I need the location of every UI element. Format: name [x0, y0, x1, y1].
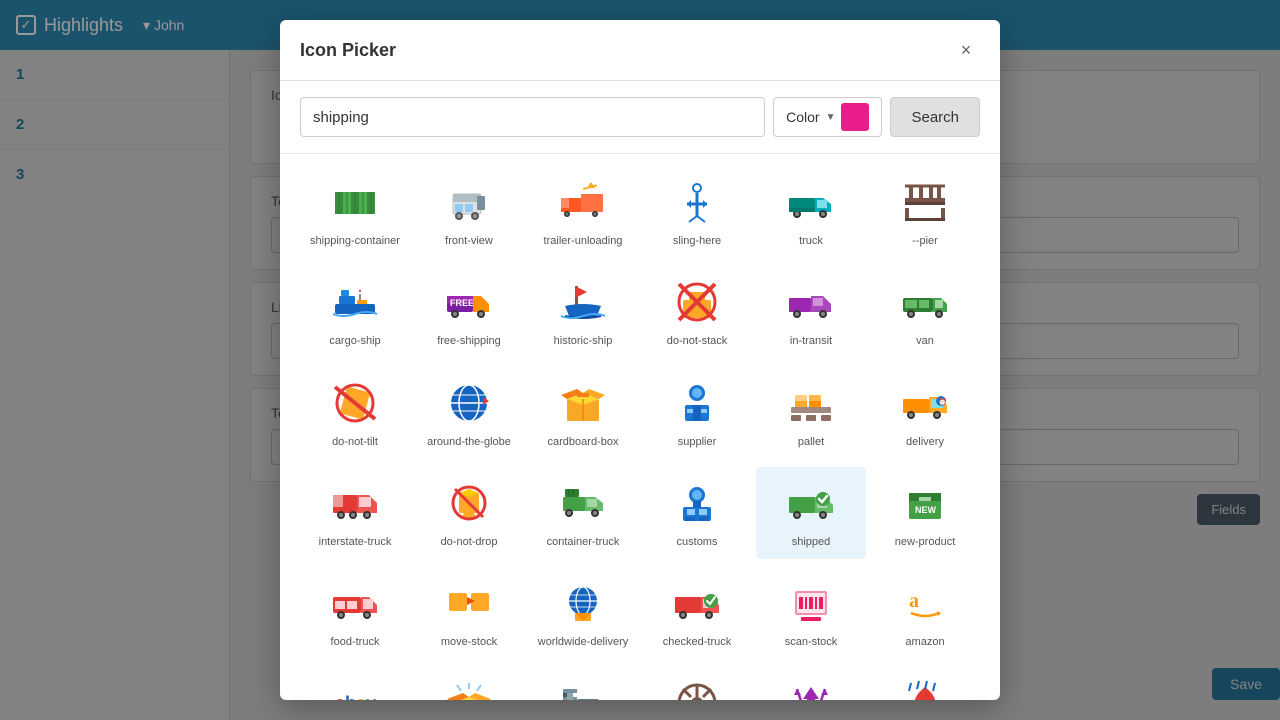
icon-label: checked-truck — [663, 635, 731, 649]
icon-label: --pier — [912, 234, 938, 248]
icon-customs[interactable]: customs — [642, 467, 752, 559]
icon-ship-wheel[interactable]: ship-wheel — [642, 667, 752, 700]
icon-label: cargo-ship — [329, 334, 380, 348]
icon-truck[interactable]: truck — [756, 166, 866, 258]
icon-label: delivery — [906, 435, 944, 449]
svg-text:a: a — [909, 590, 919, 612]
color-swatch — [841, 103, 869, 131]
icon-label: sling-here — [673, 234, 721, 248]
icon-delivery[interactable]: ⏰ delivery — [870, 367, 980, 459]
icon-interstate-truck[interactable]: interstate-truck — [300, 467, 410, 559]
icon-cargo-ship[interactable]: cargo-ship — [300, 266, 410, 358]
icon-label: worldwide-delivery — [538, 635, 628, 649]
icon-do-not-tilt[interactable]: do-not-tilt — [300, 367, 410, 459]
icon-label: in-transit — [790, 334, 832, 348]
icon-label: scan-stock — [785, 635, 838, 649]
icons-grid: shipping-container f — [280, 154, 1000, 700]
icon-scan-stock[interactable]: scan-stock — [756, 567, 866, 659]
icon-label: container-truck — [547, 535, 620, 549]
icon-label: free-shipping — [437, 334, 501, 348]
icon-label: cardboard-box — [548, 435, 619, 449]
icon-keep-dry[interactable]: keep-dry — [870, 667, 980, 700]
icon-label: van — [916, 334, 934, 348]
icon-fork-lift[interactable]: fork-lift — [528, 667, 638, 700]
icon-sling-here[interactable]: sling-here — [642, 166, 752, 258]
color-label: Color — [786, 109, 819, 125]
icon-label: new-product — [895, 535, 956, 549]
icon-free-shipping[interactable]: FREE free-shipping — [414, 266, 524, 358]
icon-trailer-unloading[interactable]: trailer-unloading — [528, 166, 638, 258]
icon-supplier[interactable]: supplier — [642, 367, 752, 459]
icon-ebay[interactable]: ebay ebay — [300, 667, 410, 700]
svg-text:FREE: FREE — [450, 298, 474, 308]
icon-label: truck — [799, 234, 823, 248]
icon-label: move-stock — [441, 635, 497, 649]
icon-label: pallet — [798, 435, 824, 449]
icon-move-stock[interactable]: move-stock — [414, 567, 524, 659]
modal-overlay: Icon Picker × Color ▼ Search — [0, 0, 1280, 720]
icon-label: do-not-drop — [441, 535, 498, 549]
icon-label: do-not-tilt — [332, 435, 378, 449]
icon-shipped[interactable]: shipped — [756, 467, 866, 559]
svg-text:NEW: NEW — [915, 505, 937, 515]
chevron-down-icon: ▼ — [826, 112, 836, 123]
icon-checked-truck[interactable]: checked-truck — [642, 567, 752, 659]
icon-amazon[interactable]: a amazon — [870, 567, 980, 659]
search-bar: Color ▼ Search — [280, 81, 1000, 154]
icon-label: food-truck — [331, 635, 380, 649]
icon-pier[interactable]: --pier — [870, 166, 980, 258]
svg-text:⏰: ⏰ — [938, 397, 947, 406]
icon-picker-modal: Icon Picker × Color ▼ Search — [280, 20, 1000, 700]
search-input[interactable] — [300, 97, 765, 137]
modal-title: Icon Picker — [300, 40, 396, 61]
icon-label: customs — [677, 535, 718, 549]
icon-label: shipping-container — [310, 234, 400, 248]
icon-label: interstate-truck — [319, 535, 392, 549]
icon-label: amazon — [905, 635, 944, 649]
icon-around-the-globe[interactable]: around-the-globe — [414, 367, 524, 459]
icon-historic-ship[interactable]: historic-ship — [528, 266, 638, 358]
icon-this-way-up[interactable]: this-way-up — [756, 667, 866, 700]
icon-label: do-not-stack — [667, 334, 728, 348]
modal-header: Icon Picker × — [280, 20, 1000, 81]
close-button[interactable]: × — [952, 36, 980, 64]
icon-container-truck[interactable]: container-truck — [528, 467, 638, 559]
icon-label: front-view — [445, 234, 493, 248]
icon-in-transit[interactable]: in-transit — [756, 266, 866, 358]
icon-label: around-the-globe — [427, 435, 511, 449]
icon-do-not-stack[interactable]: do-not-stack — [642, 266, 752, 358]
icon-label: trailer-unloading — [544, 234, 623, 248]
icon-front-view[interactable]: front-view — [414, 166, 524, 258]
icon-cardboard-box[interactable]: cardboard-box — [528, 367, 638, 459]
svg-text:ebay: ebay — [335, 693, 376, 700]
icon-worldwide-delivery[interactable]: worldwide-delivery — [528, 567, 638, 659]
icon-label: historic-ship — [554, 334, 613, 348]
icon-label: shipped — [792, 535, 831, 549]
icon-van[interactable]: van — [870, 266, 980, 358]
icon-label: supplier — [678, 435, 717, 449]
icon-new-product[interactable]: NEW new-product — [870, 467, 980, 559]
icon-pallet[interactable]: pallet — [756, 367, 866, 459]
icon-food-truck[interactable]: food-truck — [300, 567, 410, 659]
search-button[interactable]: Search — [890, 97, 980, 137]
icon-open-box[interactable]: open-box — [414, 667, 524, 700]
color-picker-button[interactable]: Color ▼ — [773, 97, 882, 137]
icon-shipping-container[interactable]: shipping-container — [300, 166, 410, 258]
icon-do-not-drop[interactable]: do-not-drop — [414, 467, 524, 559]
